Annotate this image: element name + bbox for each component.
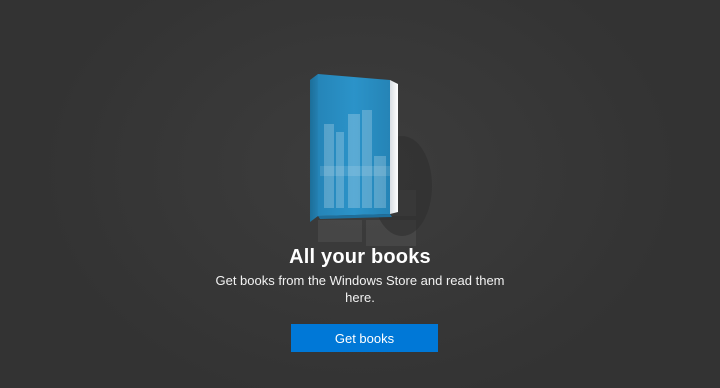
- page-description: Get books from the Windows Store and rea…: [215, 273, 505, 305]
- get-books-button[interactable]: Get books: [291, 324, 438, 352]
- book-icon: [310, 74, 432, 246]
- empty-state-panel: All your books Get books from the Window…: [0, 0, 720, 388]
- page-title: All your books: [289, 246, 431, 268]
